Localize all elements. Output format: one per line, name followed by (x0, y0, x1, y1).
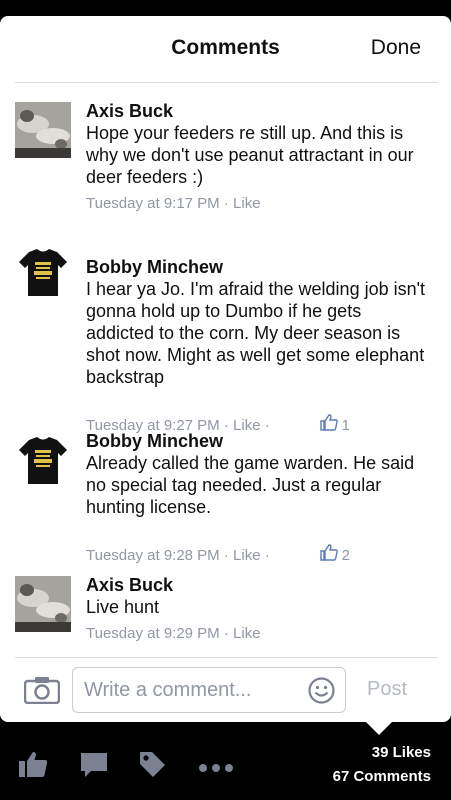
smiley-icon[interactable] (308, 677, 335, 709)
likes-count[interactable]: 39 Likes (372, 744, 431, 761)
divider (15, 82, 438, 83)
comment-text: Hope your feeders re still up. And this … (86, 123, 414, 187)
camera-icon[interactable] (23, 676, 61, 709)
comment-text: I hear ya Jo. I'm afraid the welding job… (86, 279, 426, 387)
comment-meta: Tuesday at 9:29 PM · Like (86, 624, 261, 644)
comment-author[interactable]: Axis Buck (86, 574, 433, 596)
like-link[interactable]: Like (233, 194, 261, 214)
avatar[interactable] (15, 576, 71, 632)
avatar[interactable] (15, 244, 71, 300)
comments-count[interactable]: 67 Comments (333, 768, 431, 785)
like-icon[interactable] (18, 750, 48, 783)
tag-icon[interactable] (138, 750, 166, 783)
comment-time: Tuesday at 9:29 PM (86, 625, 220, 642)
comments-sheet: Comments Done Axis Buck Hope your feeder… (0, 16, 451, 722)
comment-input-placeholder: Write a comment... (84, 679, 252, 701)
avatar[interactable] (15, 432, 71, 488)
post-button[interactable]: Post (367, 678, 407, 701)
comment-text: Live hunt (86, 597, 160, 617)
avatar-tshirt-image (15, 432, 71, 488)
avatar-dogs-image (15, 102, 71, 158)
divider (15, 657, 438, 658)
avatar-tshirt-image (15, 244, 71, 300)
comment-input[interactable]: Write a comment... (72, 667, 346, 713)
comment-text: Already called the game warden. He said … (86, 453, 415, 517)
avatar-dogs-image (15, 576, 71, 632)
comment-author[interactable]: Axis Buck (86, 100, 433, 122)
comment-meta: Tuesday at 9:17 PM · Like (86, 194, 261, 214)
bottom-bar (0, 730, 451, 800)
avatar[interactable] (15, 102, 71, 158)
comment-author[interactable]: Bobby Minchew (86, 256, 433, 278)
comment-time: Tuesday at 9:17 PM (86, 195, 220, 212)
comment-icon[interactable] (80, 752, 108, 783)
like-link[interactable]: Like (233, 624, 261, 644)
done-button[interactable]: Done (371, 36, 421, 60)
more-icon[interactable] (198, 760, 234, 778)
like-link[interactable]: Like (233, 546, 261, 566)
comment-author[interactable]: Bobby Minchew (86, 430, 433, 452)
like-count: 2 (341, 546, 350, 564)
comment-time: Tuesday at 9:28 PM (86, 546, 220, 564)
header: Comments Done (0, 16, 451, 82)
